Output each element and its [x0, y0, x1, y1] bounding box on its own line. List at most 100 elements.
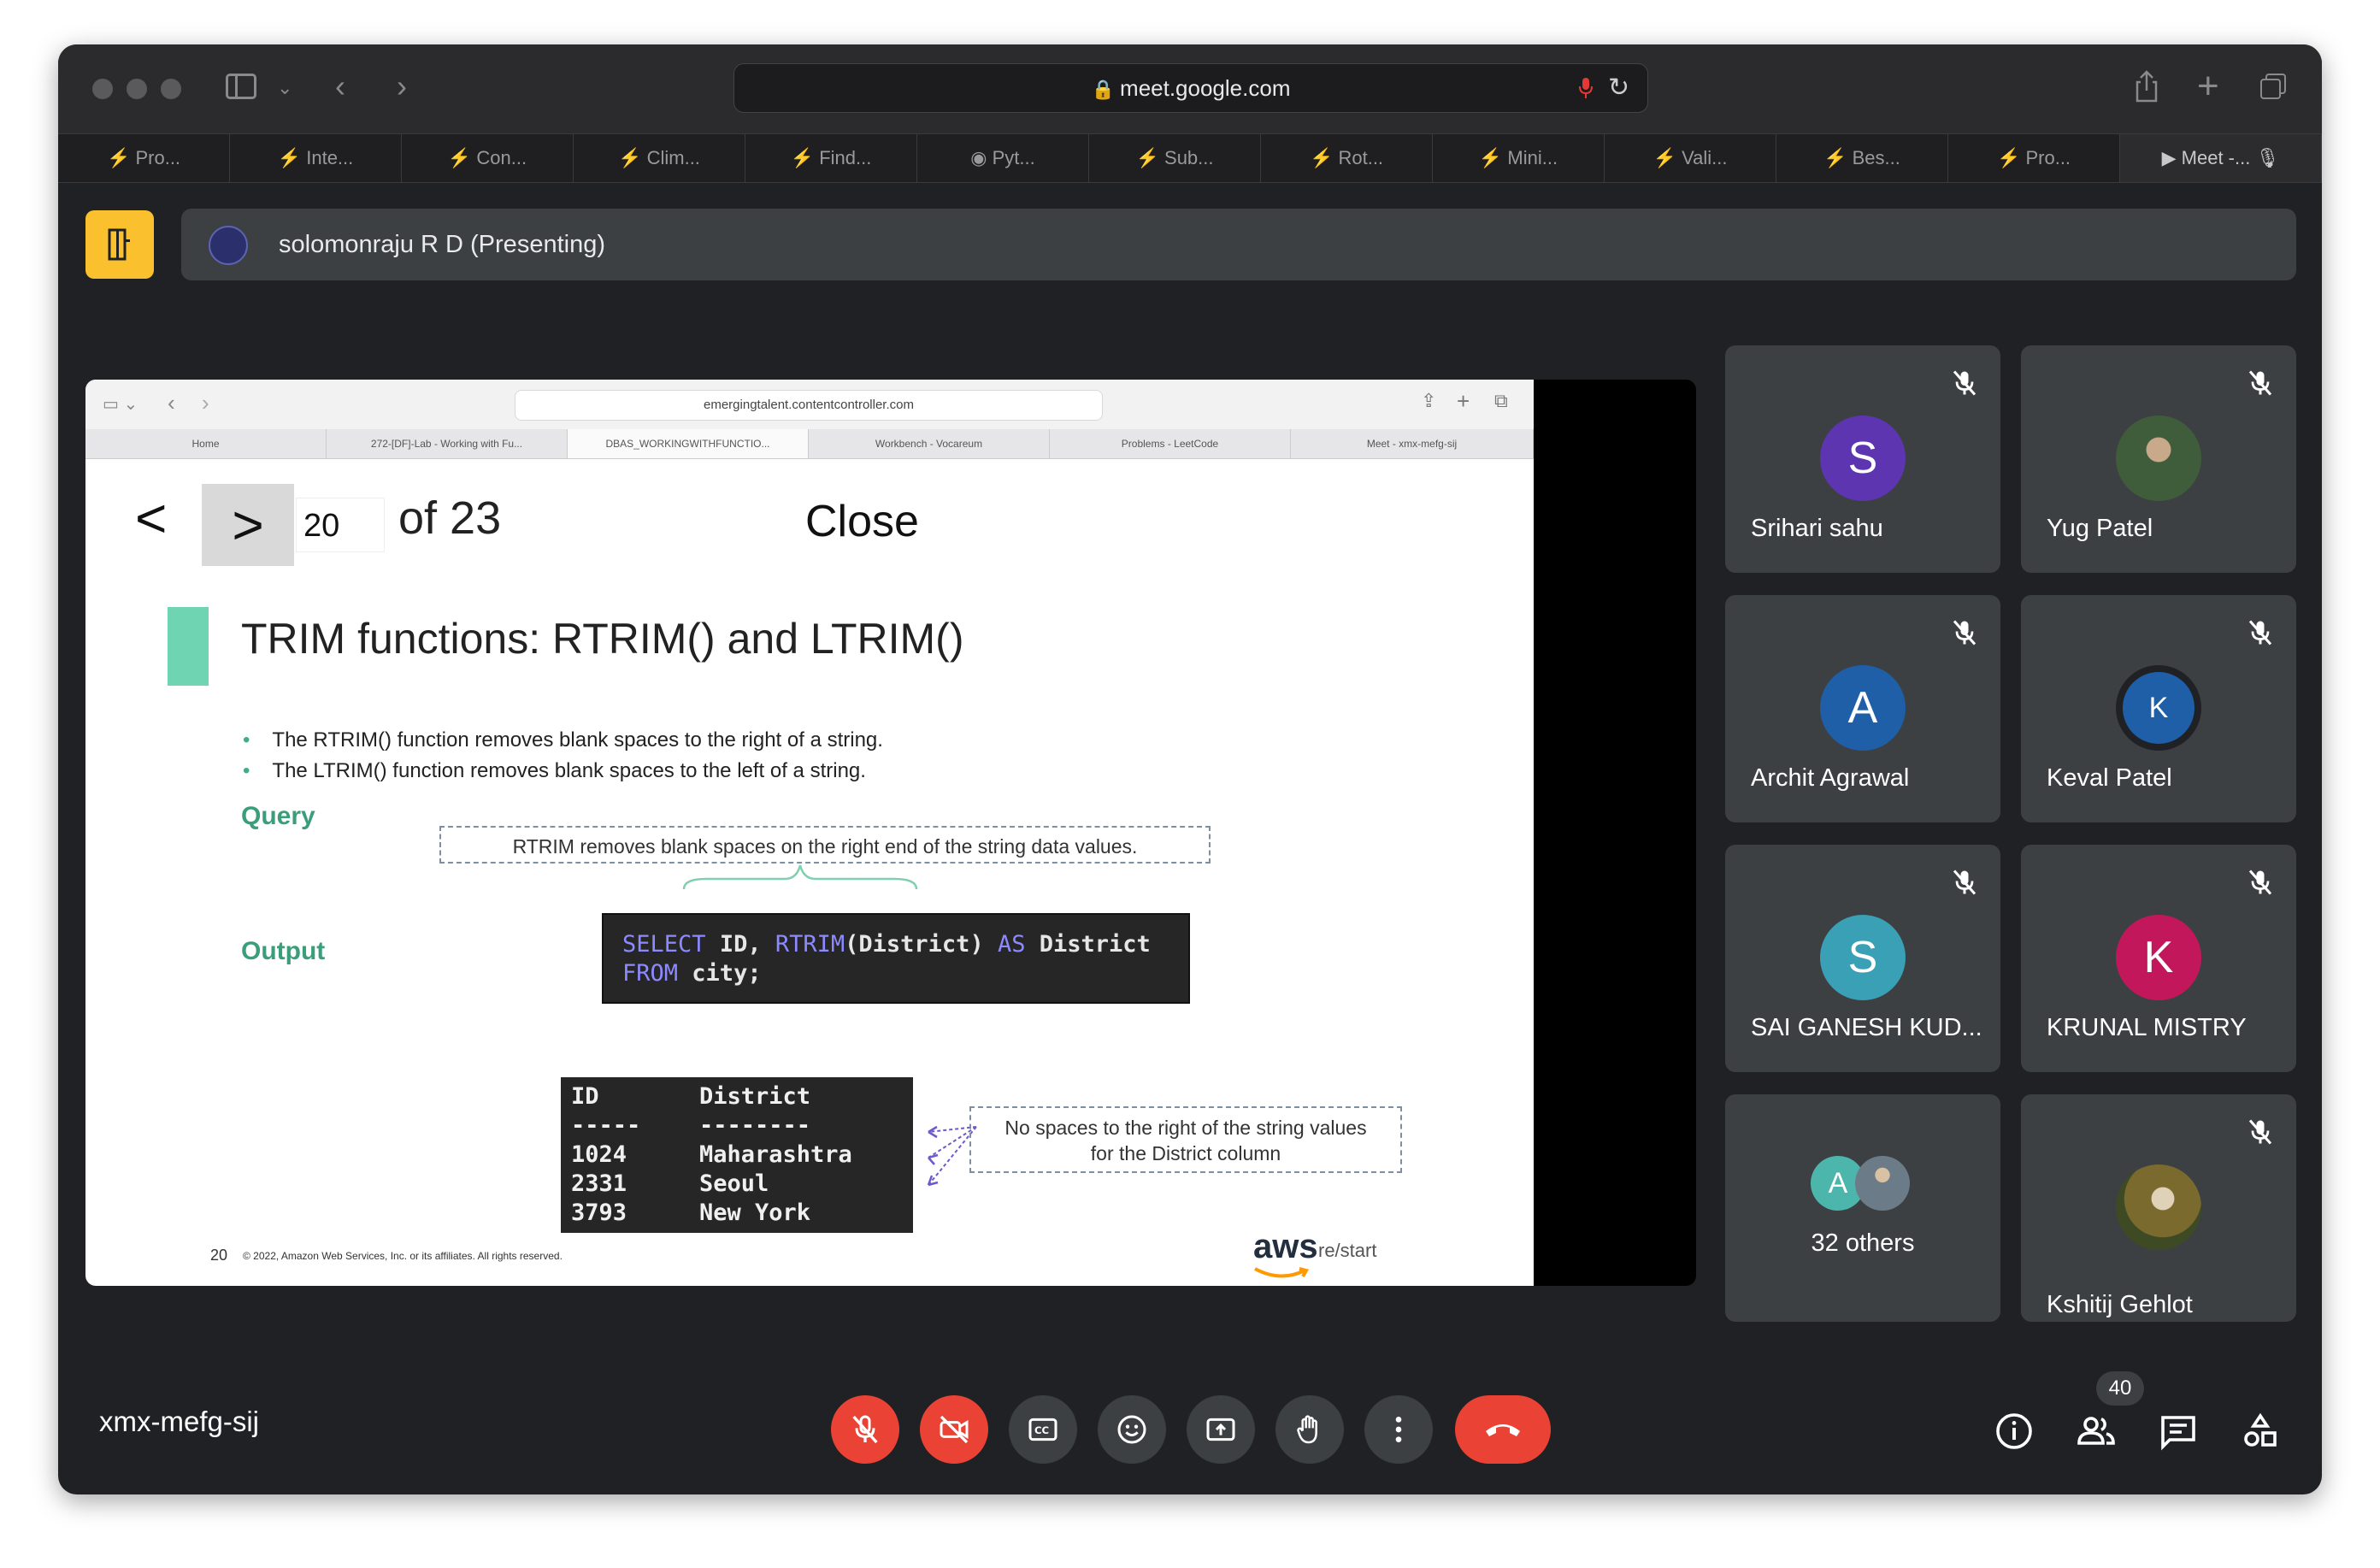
- participant-name: SAI GANESH KUD...: [1751, 1014, 1982, 1041]
- table-separator: --------: [699, 1112, 811, 1139]
- participant-tile[interactable]: A Archit Agrawal: [1725, 595, 2000, 822]
- participant-avatar: A: [1820, 665, 1906, 751]
- people-icon[interactable]: [2076, 1411, 2117, 1452]
- participant-photo-avatar: [2116, 416, 2201, 501]
- shared-share-icon: ⇪: [1421, 390, 1437, 411]
- table-row: 3793 New York: [571, 1199, 903, 1228]
- aws-smile-icon: [1254, 1267, 1310, 1278]
- participant-tile[interactable]: Kshitij Gehlot: [2021, 1094, 2296, 1322]
- table-header: ID: [571, 1083, 599, 1110]
- toggle-camera-button[interactable]: [920, 1395, 988, 1464]
- leave-call-button[interactable]: [1455, 1395, 1551, 1464]
- chat-icon[interactable]: [2158, 1411, 2199, 1452]
- tab-favicon-icon: ⚡: [1823, 147, 1853, 168]
- browser-tab[interactable]: ⚡ Sub...: [1089, 134, 1261, 182]
- browser-tab[interactable]: ⚡ Bes...: [1776, 134, 1948, 182]
- browser-tab[interactable]: ⚡ Inte...: [230, 134, 402, 182]
- query-callout: RTRIM removes blank spaces on the right …: [439, 826, 1211, 864]
- aws-logo: aws: [1253, 1228, 1318, 1265]
- shared-screen-stage[interactable]: ▭ ⌄ ‹ › emergingtalent.contentcontroller…: [85, 380, 1696, 1286]
- table-header-row: ID District: [571, 1082, 903, 1111]
- mic-off-icon: [852, 1415, 878, 1444]
- slide-page-total: of 23: [398, 492, 502, 544]
- browser-tab[interactable]: ⚡ Pro...: [58, 134, 230, 182]
- browser-tab[interactable]: ⚡ Mini...: [1433, 134, 1605, 182]
- mic-muted-icon: [2248, 370, 2272, 396]
- bullet-text: The RTRIM() function removes blank space…: [272, 728, 883, 752]
- minimize-window-button[interactable]: [127, 79, 147, 99]
- raise-hand-button[interactable]: [1275, 1395, 1344, 1464]
- shared-tab: Meet - xmx-mefg-sij: [1291, 429, 1534, 458]
- close-window-button[interactable]: [92, 79, 113, 99]
- shared-sidebar-icon: ▭ ⌄: [103, 395, 138, 414]
- participant-tile[interactable]: Yug Patel: [2021, 345, 2296, 573]
- more-vertical-icon: [1395, 1417, 1402, 1442]
- browser-tab[interactable]: ⚡ Pro...: [1948, 134, 2120, 182]
- browser-tab[interactable]: ◉ Pyt...: [917, 134, 1089, 182]
- mic-muted-icon: [2248, 1119, 2272, 1145]
- reactions-button[interactable]: [1098, 1395, 1166, 1464]
- browser-tab[interactable]: ⚡ Rot...: [1261, 134, 1433, 182]
- shared-screen: ▭ ⌄ ‹ › emergingtalent.contentcontroller…: [85, 380, 1534, 1286]
- sidebar-toggle-icon[interactable]: [226, 74, 256, 99]
- share-icon[interactable]: [2134, 70, 2159, 103]
- slide-next-button: >: [202, 484, 294, 566]
- shared-tab: Workbench - Vocareum: [809, 429, 1050, 458]
- browser-tab[interactable]: ⚡ Clim...: [574, 134, 745, 182]
- address-bar[interactable]: 🔒 meet.google.com ↻: [733, 63, 1648, 113]
- aws-restart-label: re/start: [1318, 1240, 1377, 1261]
- mic-muted-icon: [1953, 869, 1976, 895]
- forward-arrow-icon[interactable]: ›: [397, 68, 407, 104]
- tab-label: Sub...: [1164, 147, 1214, 168]
- mic-muted-icon: [2248, 620, 2272, 645]
- tab-label: Con...: [476, 147, 527, 168]
- slide-close-button: Close: [805, 497, 919, 546]
- participant-tile[interactable]: S Srihari sahu: [1725, 345, 2000, 573]
- shared-forward-icon: ›: [202, 390, 209, 416]
- new-tab-icon[interactable]: +: [2197, 65, 2219, 108]
- leave-presentation-button[interactable]: [85, 210, 154, 279]
- participant-tile[interactable]: S SAI GANESH KUD...: [1725, 845, 2000, 1072]
- slide-prev-button: <: [135, 487, 168, 549]
- tab-label: Pro...: [2025, 147, 2071, 168]
- url-text: meet.google.com: [1120, 75, 1291, 101]
- hang-up-icon: [1486, 1424, 1520, 1436]
- meeting-info-icon[interactable]: [1994, 1411, 2035, 1452]
- slide-bullet: • The RTRIM() function removes blank spac…: [243, 728, 883, 752]
- participant-name: Keval Patel: [2047, 764, 2172, 792]
- browser-tab[interactable]: ⚡ Find...: [745, 134, 917, 182]
- zoom-window-button[interactable]: [161, 79, 181, 99]
- present-now-button[interactable]: [1187, 1395, 1255, 1464]
- more-options-button[interactable]: [1364, 1395, 1433, 1464]
- output-callout-line: for the District column: [1090, 1142, 1281, 1164]
- chevron-down-icon[interactable]: ⌄: [277, 77, 292, 99]
- back-arrow-icon[interactable]: ‹: [335, 68, 345, 104]
- code-token: District: [1039, 931, 1151, 958]
- participant-tile[interactable]: K KRUNAL MISTRY: [2021, 845, 2296, 1072]
- sql-code-block: SELECT ID, RTRIM(District) AS District F…: [602, 913, 1190, 1004]
- tab-favicon-icon: ⚡: [1135, 147, 1165, 168]
- title-bar: ⌄ ‹ › 🔒 meet.google.com ↻ +: [58, 44, 2322, 133]
- tab-favicon-icon: ⚡: [277, 147, 307, 168]
- toggle-microphone-button[interactable]: [831, 1395, 899, 1464]
- tab-microphone-icon[interactable]: 🎙: [2250, 147, 2279, 168]
- captions-button[interactable]: CC: [1009, 1395, 1077, 1464]
- tab-overview-icon[interactable]: [2260, 74, 2286, 99]
- slide: TRIM functions: RTRIM() and LTRIM() • The…: [168, 581, 1453, 1286]
- browser-tab[interactable]: ⚡ Con...: [402, 134, 574, 182]
- shared-tab-active: DBAS_WORKINGWITHFUNCTIO...: [568, 429, 809, 458]
- browser-tab-active[interactable]: ▶ Meet -... 🎙: [2120, 134, 2322, 182]
- address-text-wrap: 🔒 meet.google.com: [734, 64, 1647, 112]
- tab-label: Bes...: [1852, 147, 1900, 168]
- others-tile[interactable]: A 32 others: [1725, 1094, 2000, 1322]
- tab-favicon-icon: ⚡: [1996, 147, 2026, 168]
- participant-tile[interactable]: K Keval Patel: [2021, 595, 2296, 822]
- tab-label: Pro...: [135, 147, 181, 168]
- shared-tab: Home: [85, 429, 327, 458]
- browser-tab[interactable]: ⚡ Vali...: [1605, 134, 1776, 182]
- slide-page-input: 20: [296, 498, 385, 552]
- activities-icon[interactable]: [2240, 1411, 2281, 1452]
- reload-icon[interactable]: ↻: [1608, 73, 1629, 103]
- tab-favicon-icon: ⚡: [1478, 147, 1508, 168]
- microphone-icon[interactable]: [1577, 76, 1594, 100]
